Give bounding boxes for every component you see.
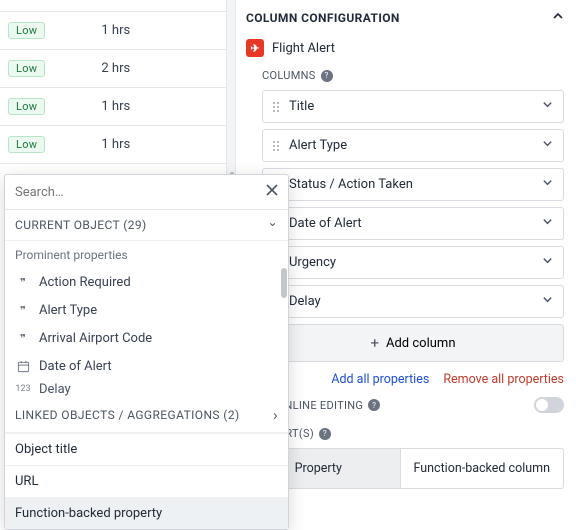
table-row[interactable]: Low 1 hrs	[0, 126, 226, 164]
chevron-down-icon	[268, 218, 278, 232]
property-label: Action Required	[39, 275, 131, 290]
section-linked-objects[interactable]: LINKED OBJECTS / AGGREGATIONS (2)	[5, 398, 288, 433]
secondary-list: Object title URL Function-backed propert…	[5, 433, 288, 529]
property-item[interactable]: 123 Delay	[5, 380, 288, 398]
property-label: Delay	[39, 382, 71, 397]
column-label: Alert Type	[289, 138, 347, 153]
column-label: Date of Alert	[289, 216, 362, 231]
property-label: Date of Alert	[39, 359, 112, 374]
chevron-down-icon[interactable]	[542, 255, 553, 270]
drag-handle-icon[interactable]	[273, 102, 279, 112]
column-label: Title	[289, 99, 314, 114]
urgency-badge: Low	[8, 136, 45, 153]
scrollbar-thumb[interactable]	[281, 268, 287, 298]
plus-icon: +	[370, 334, 379, 352]
number-icon: 123	[15, 381, 31, 397]
bulk-actions-row: Add all properties Remove all properties	[262, 362, 564, 397]
delay-cell: 2 hrs	[101, 61, 130, 76]
property-label: Arrival Airport Code	[39, 331, 152, 346]
column-item[interactable]: Date of Alert	[262, 207, 564, 240]
table-row	[0, 0, 226, 12]
search-row	[5, 175, 288, 210]
table-row[interactable]: Low 2 hrs	[0, 50, 226, 88]
property-label: Alert Type	[39, 303, 97, 318]
column-label: Delay	[289, 294, 321, 309]
panel-title: COLUMN CONFIGURATION	[246, 11, 400, 25]
option-url[interactable]: URL	[5, 465, 288, 497]
urgency-badge: Low	[8, 22, 45, 39]
section-label: CURRENT OBJECT (29)	[15, 218, 147, 232]
collapse-icon[interactable]	[552, 10, 564, 25]
calendar-icon	[15, 358, 31, 374]
columns-section-label: COLUMNS ?	[262, 69, 564, 82]
property-list: ❞ Action Required ❞ Alert Type ❞ Arrival…	[5, 268, 288, 398]
property-item[interactable]: ❞ Arrival Airport Code	[5, 324, 288, 352]
chevron-down-icon[interactable]	[542, 294, 553, 309]
panel-header[interactable]: COLUMN CONFIGURATION	[246, 0, 564, 35]
table-row[interactable]: Low 1 hrs	[0, 88, 226, 126]
quote-icon: ❞	[15, 302, 31, 318]
close-icon[interactable]	[266, 184, 278, 200]
inline-editing-toggle[interactable]	[534, 397, 564, 413]
columns-label-text: COLUMNS	[262, 69, 316, 82]
quote-icon: ❞	[15, 330, 31, 346]
option-function-backed-property[interactable]: Function-backed property	[5, 497, 288, 529]
prominent-properties-header: Prominent properties	[5, 241, 288, 268]
column-item[interactable]: Delay	[262, 285, 564, 318]
search-input[interactable]	[15, 185, 266, 200]
sort-tab-function-backed[interactable]: Function-backed column	[400, 449, 564, 488]
option-object-title[interactable]: Object title	[5, 433, 288, 465]
column-item[interactable]: Urgency	[262, 246, 564, 279]
chevron-down-icon[interactable]	[542, 216, 553, 231]
section-current-object[interactable]: CURRENT OBJECT (29)	[5, 210, 288, 241]
delay-cell: 1 hrs	[101, 23, 130, 38]
object-type-row: ✈ Flight Alert	[246, 35, 564, 69]
data-table: Low 1 hrs Low 2 hrs Low 1 hrs Low 1 hrs	[0, 0, 226, 164]
urgency-badge: Low	[8, 60, 45, 77]
urgency-badge: Low	[8, 98, 45, 115]
add-column-label: Add column	[386, 336, 456, 351]
property-item[interactable]: Date of Alert	[5, 352, 288, 380]
flight-alert-icon: ✈	[246, 39, 264, 57]
drag-handle-icon[interactable]	[273, 141, 279, 151]
delay-cell: 1 hrs	[101, 137, 130, 152]
column-item[interactable]: Alert Type	[262, 129, 564, 162]
help-icon[interactable]: ?	[368, 399, 380, 411]
column-label: Urgency	[289, 255, 336, 270]
section-label: LINKED OBJECTS / AGGREGATIONS (2)	[15, 408, 240, 422]
column-item[interactable]: Status / Action Taken	[262, 168, 564, 201]
column-item[interactable]: Title	[262, 90, 564, 123]
add-column-button[interactable]: + Add column	[262, 324, 564, 362]
quote-icon: ❞	[15, 274, 31, 290]
property-picker-dropdown: CURRENT OBJECT (29) Prominent properties…	[4, 174, 289, 530]
chevron-down-icon[interactable]	[542, 99, 553, 114]
property-item[interactable]: ❞ Alert Type	[5, 296, 288, 324]
column-label: Status / Action Taken	[289, 177, 413, 192]
help-icon[interactable]: ?	[319, 428, 331, 440]
remove-all-properties-link[interactable]: Remove all properties	[443, 372, 564, 387]
property-item[interactable]: ❞ Action Required	[5, 268, 288, 296]
add-all-properties-link[interactable]: Add all properties	[331, 372, 429, 387]
help-icon[interactable]: ?	[321, 70, 333, 82]
chevron-right-icon	[273, 406, 278, 424]
table-row[interactable]: Low 1 hrs	[0, 12, 226, 50]
delay-cell: 1 hrs	[101, 99, 130, 114]
scrollbar[interactable]	[281, 268, 287, 398]
chevron-down-icon[interactable]	[542, 138, 553, 153]
chevron-down-icon[interactable]	[542, 177, 553, 192]
object-type-label: Flight Alert	[272, 41, 335, 56]
